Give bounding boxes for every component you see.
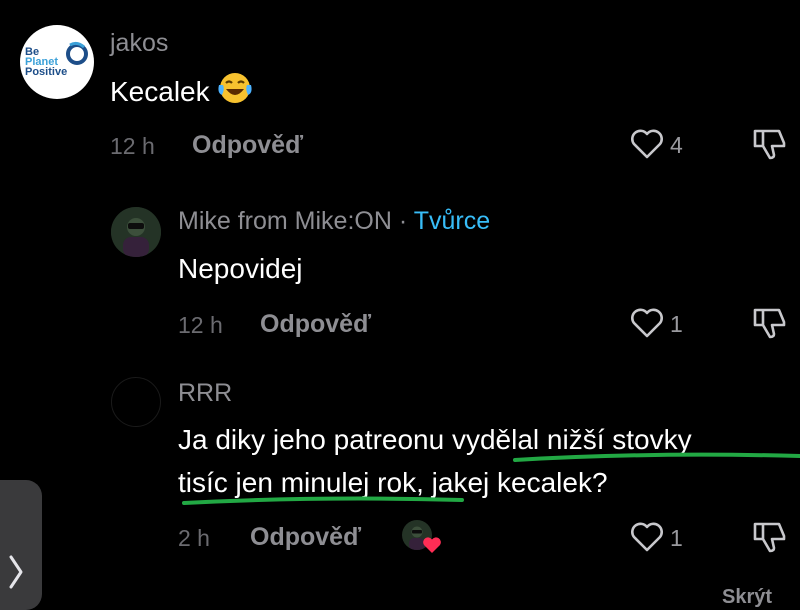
highlight-underline	[182, 452, 800, 505]
comment-timestamp: 2 h	[178, 525, 210, 551]
creator-liked-indicator	[402, 520, 442, 556]
side-panel-handle[interactable]	[0, 480, 42, 610]
hide-replies-button[interactable]: Skrýt	[722, 586, 772, 609]
chevron-right-icon	[9, 555, 23, 589]
reply-button[interactable]: Odpověď	[250, 523, 361, 552]
like-count: 1	[670, 525, 683, 551]
dislike-icon[interactable]	[752, 521, 788, 553]
heart-filled-icon	[423, 537, 441, 553]
heart-outline-icon[interactable]	[630, 522, 664, 552]
